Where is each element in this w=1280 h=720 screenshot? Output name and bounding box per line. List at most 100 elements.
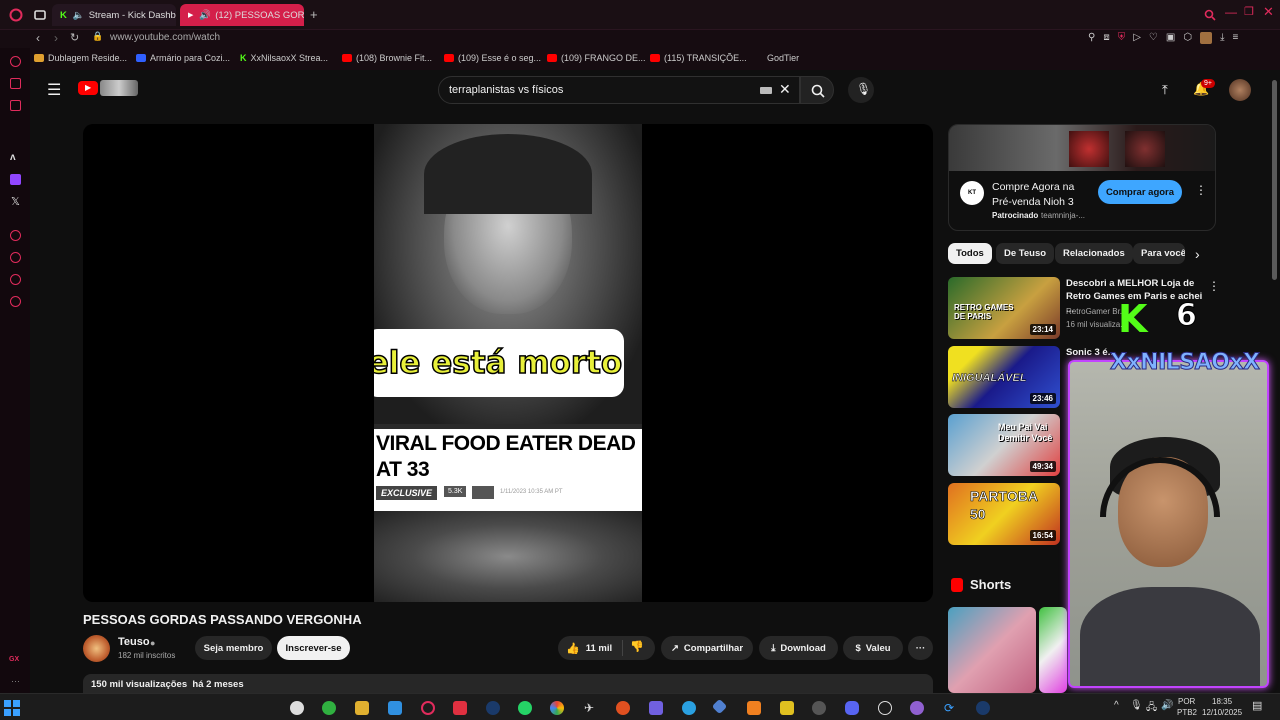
youtube-logo-icon[interactable]: ▶ [78,81,98,95]
back-button[interactable]: ‹ [36,31,40,45]
new-tab-button[interactable]: + [310,7,318,22]
sidebar-speed-dial-icon[interactable] [10,56,21,67]
taskbar-app-icon[interactable] [453,701,467,715]
close-window-button[interactable]: ✕ [1263,4,1274,20]
chip-for-you[interactable]: Para você [1133,243,1185,264]
search-input[interactable]: terraplanistas vs físicos [438,76,800,104]
clock-date[interactable]: 12/10/2025 [1202,708,1242,717]
recommended-thumbnail[interactable]: INIGUALÁVEL 23:46 [948,346,1060,408]
download-icon[interactable]: ⤓ [1220,32,1224,44]
sponsored-ad[interactable]: KT Compre Agora na Pré-venda Nioh 3 Patr… [948,124,1216,231]
share-button[interactable]: ↗ Compartilhar [661,636,753,660]
bookmark-item[interactable]: (109) Esse é o seg... [444,53,541,63]
volume-icon[interactable]: 🔊 [1161,700,1173,711]
tab-menu-icon[interactable] [34,10,46,20]
clock-time[interactable]: 18:35 [1212,697,1232,706]
search-button[interactable] [800,76,834,104]
file-explorer-icon[interactable] [355,701,369,715]
chip-from-channel[interactable]: De Teuso [996,243,1055,264]
recommended-thumbnail[interactable]: PARTOBA 50 16:54 [948,483,1060,545]
menu-icon[interactable]: ≡ [1232,32,1238,44]
page-scrollbar[interactable] [1272,80,1277,280]
sidebar-kick-icon[interactable]: ᴧ [10,152,16,163]
youtube-doodle-logo[interactable] [100,80,138,96]
voice-search-button[interactable]: 🎙 [848,77,874,103]
bookmark-item[interactable]: GodTier [767,53,799,63]
sidebar-twitch-icon[interactable] [10,174,21,185]
download-button[interactable]: ⤓ Download [759,636,838,660]
keyboard-icon[interactable] [760,87,772,94]
video-menu-icon[interactable]: ⋮ [1208,279,1220,293]
chrome-icon[interactable] [550,701,564,715]
bookmark-item[interactable]: (108) Brownie Fit... [342,53,432,63]
subscribe-button[interactable]: Inscrever-se [277,636,350,660]
keyboard-layout[interactable]: PTB2 [1177,708,1197,717]
whatsapp-icon[interactable] [518,701,532,715]
wallet-icon[interactable]: ▣ [1166,32,1175,44]
taskbar-app-icon[interactable] [878,701,892,715]
bookmark-item[interactable]: K XxNilsaoxX Strea... [240,53,328,63]
opera-logo-icon[interactable] [9,8,23,22]
sidebar-news-icon[interactable] [10,100,21,111]
taskbar-app-icon[interactable] [322,701,336,715]
short-thumbnail[interactable] [948,607,1036,693]
taskbar-app-icon[interactable] [616,701,630,715]
like-icon[interactable]: 👍 [566,642,580,655]
buy-now-button[interactable]: Comprar agora [1098,180,1182,204]
taskbar-app-icon[interactable] [711,698,728,715]
taskbar-app-icon[interactable] [290,701,304,715]
sidebar-extensions-icon[interactable] [10,274,21,285]
reload-button[interactable]: ↻ [70,31,79,44]
taskbar-app-icon[interactable] [910,701,924,715]
windows-start-icon[interactable] [4,700,20,716]
minimize-button[interactable]: — [1225,5,1237,19]
sidebar-messenger-icon[interactable] [10,78,21,89]
store-icon[interactable] [388,701,402,715]
heart-icon[interactable]: ♡ [1149,32,1158,44]
join-button[interactable]: Seja membro [195,636,272,660]
hamburger-menu-icon[interactable]: ☰ [47,80,61,100]
bookmark-item[interactable]: (109) FRANGO DE... [547,53,646,63]
taskbar-app-icon[interactable] [747,701,761,715]
sidebar-settings-icon[interactable] [10,296,21,307]
restore-button[interactable]: ❐ [1244,5,1254,18]
ad-menu-icon[interactable]: ⋮ [1195,183,1207,197]
shield-icon[interactable]: ⛨ [1118,32,1126,44]
channel-name[interactable]: Teuso [118,636,150,648]
chip-all[interactable]: Todos [948,243,992,264]
description-box[interactable]: 150 mil visualizações há 2 meses [83,674,933,694]
sidebar-player-icon[interactable] [10,230,21,241]
like-count[interactable]: 11 mil [586,643,612,654]
steam-icon[interactable] [486,701,500,715]
video-player[interactable]: ele está morto VIRAL FOOD EATER DEAD AT … [83,124,933,602]
obs-icon[interactable] [812,701,826,715]
snapshot-icon[interactable]: ⧈ [1103,32,1109,44]
clear-search-icon[interactable]: ✕ [779,81,791,98]
channel-avatar[interactable] [83,635,110,662]
bookmark-item[interactable]: (115) TRANSIÇÕE... [650,53,747,63]
taskbar-app-icon[interactable] [649,701,663,715]
url-field[interactable]: www.youtube.com/watch [110,32,220,43]
bookmark-item[interactable]: Dublagem Reside... [34,53,127,63]
account-avatar[interactable] [1229,79,1251,101]
chip-related[interactable]: Relacionados [1055,243,1133,264]
notifications-icon[interactable]: ▤ [1252,699,1262,712]
play-icon[interactable]: ▷ [1133,32,1141,44]
taskbar-app-icon[interactable]: ✈ [584,701,598,715]
pin-icon[interactable]: ⚲ [1088,32,1095,44]
recommended-title[interactable]: Sonic 3 é... [1066,346,1116,359]
network-icon[interactable]: 🖧 [1146,700,1157,717]
input-language[interactable]: POR [1178,697,1195,706]
sidebar-x-icon[interactable]: 𝕏 [11,195,20,208]
profile-avatar[interactable] [1200,32,1213,44]
steam-icon[interactable] [976,701,990,715]
dislike-icon[interactable]: 👎 [630,640,644,653]
system-tray-chevron-icon[interactable]: ^ [1114,700,1119,711]
more-icon[interactable]: ··· [11,676,20,686]
discord-icon[interactable] [845,701,859,715]
sidebar-history-icon[interactable] [10,252,21,263]
forward-button[interactable]: › [54,31,58,45]
more-actions-button[interactable]: ··· [908,636,933,660]
microphone-tray-icon[interactable]: 🎙 [1130,700,1143,711]
taskbar-app-icon[interactable]: ⟳ [944,701,958,715]
